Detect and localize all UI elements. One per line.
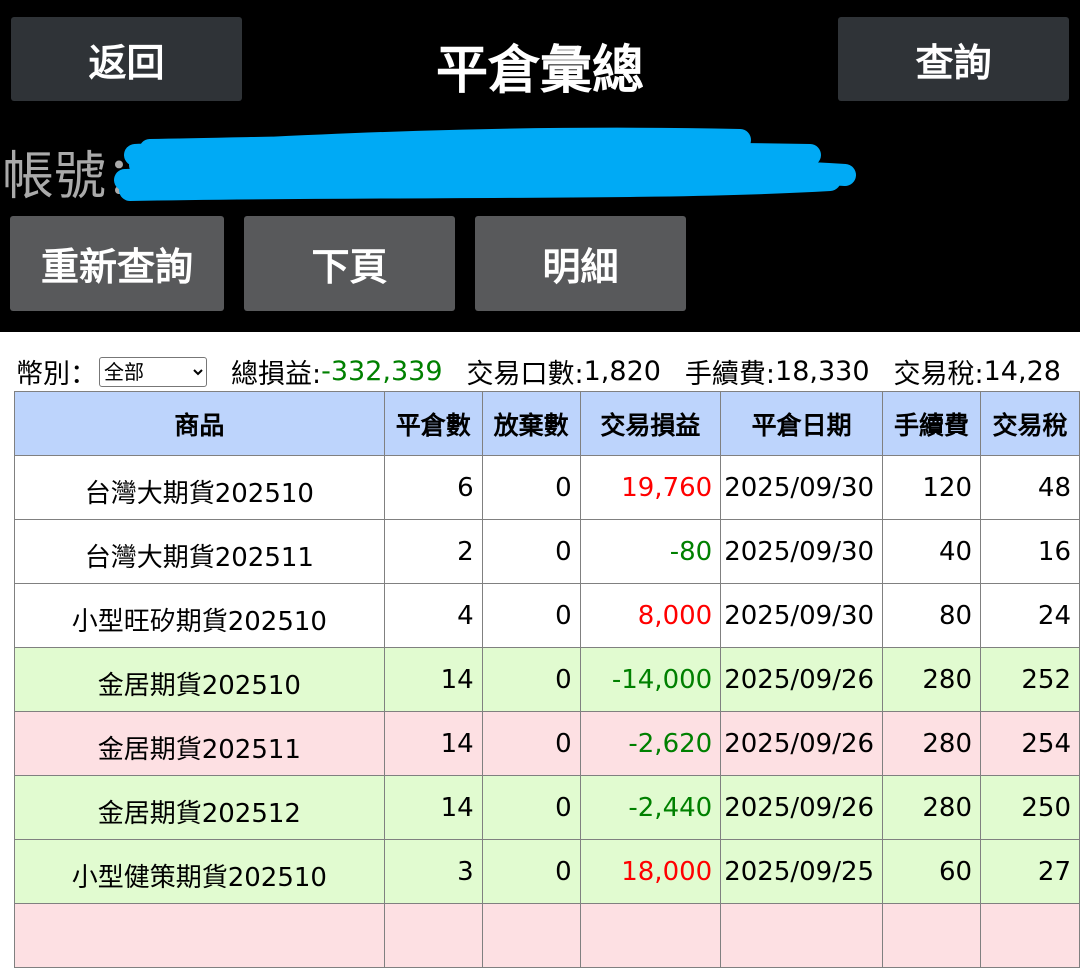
abandoned-cell: 0 xyxy=(481,775,581,840)
header-panel: 返回 平倉彙總 查詢 帳號： 重新查詢 下頁 明細 xyxy=(0,0,1080,332)
fee-label: 手續費: xyxy=(684,359,776,390)
closed-cell: 4 xyxy=(383,583,483,648)
tax-cell xyxy=(980,903,1080,968)
col-abandoned[interactable]: 放棄數 xyxy=(481,391,581,456)
pl-cell: -2,620 xyxy=(579,711,722,776)
col-closed[interactable]: 平倉數 xyxy=(383,391,483,456)
date-cell: 2025/09/30 xyxy=(720,519,884,584)
date-cell xyxy=(720,903,884,968)
back-button[interactable]: 返回 xyxy=(11,17,242,101)
pl-cell: -2,440 xyxy=(579,775,722,840)
date-cell: 2025/09/26 xyxy=(720,775,884,840)
closed-cell: 14 xyxy=(383,711,483,776)
tax-cell: 252 xyxy=(980,647,1080,712)
abandoned-cell xyxy=(481,903,581,968)
tax-cell: 254 xyxy=(980,711,1080,776)
fee-value: 18,330 xyxy=(775,356,870,387)
abandoned-cell: 0 xyxy=(481,711,581,776)
abandoned-cell: 0 xyxy=(481,519,581,584)
tax-cell: 48 xyxy=(980,455,1080,520)
date-cell: 2025/09/25 xyxy=(720,839,884,904)
closed-cell: 3 xyxy=(383,839,483,904)
fee-cell: 40 xyxy=(882,519,982,584)
closed-cell: 14 xyxy=(383,775,483,840)
col-fee[interactable]: 手續費 xyxy=(882,391,982,456)
date-cell: 2025/09/26 xyxy=(720,711,884,776)
fee-cell: 280 xyxy=(882,647,982,712)
table-row[interactable]: 金居期貨202512 14 0 -2,440 2025/09/26 280 250 xyxy=(14,775,1080,840)
table-row[interactable]: 台灣大期貨202511 2 0 -80 2025/09/30 40 16 xyxy=(14,519,1080,584)
closed-positions-table: 商品 平倉數 放棄數 交易損益 平倉日期 手續費 交易稅 台灣大期貨202510… xyxy=(14,391,1080,968)
redaction-scribble xyxy=(114,127,856,201)
abandoned-cell: 0 xyxy=(481,455,581,520)
tax-cell: 16 xyxy=(980,519,1080,584)
product-cell: 小型旺矽期貨202510 xyxy=(14,583,385,648)
closed-cell: 2 xyxy=(383,519,483,584)
table-row[interactable]: 小型健策期貨202510 3 0 18,000 2025/09/25 60 27 xyxy=(14,839,1080,904)
pl-cell: 18,000 xyxy=(579,839,722,904)
lots-value: 1,820 xyxy=(583,356,661,387)
summary-bar: 幣別： 全部 總損益: -332,339 交易口數: 1,820 手續費: 18… xyxy=(16,352,1061,391)
date-cell: 2025/09/26 xyxy=(720,647,884,712)
next-page-button[interactable]: 下頁 xyxy=(244,216,455,311)
table-row[interactable]: 小型旺矽期貨202510 4 0 8,000 2025/09/30 80 24 xyxy=(14,583,1080,648)
fee-cell: 280 xyxy=(882,711,982,776)
fee-cell: 280 xyxy=(882,775,982,840)
product-cell xyxy=(14,903,385,968)
fee-cell: 120 xyxy=(882,455,982,520)
abandoned-cell: 0 xyxy=(481,839,581,904)
total-pl-label: 總損益: xyxy=(231,359,322,390)
col-product[interactable]: 商品 xyxy=(14,391,385,456)
tax-label: 交易稅: xyxy=(893,359,984,390)
tax-cell: 24 xyxy=(980,583,1080,648)
tax-cell: 250 xyxy=(980,775,1080,840)
lots-label: 交易口數: xyxy=(466,359,584,390)
total-pl-value: -332,339 xyxy=(321,356,443,387)
detail-button[interactable]: 明細 xyxy=(475,216,686,311)
pl-cell xyxy=(579,903,722,968)
pl-cell: 19,760 xyxy=(579,455,722,520)
date-cell: 2025/09/30 xyxy=(720,455,884,520)
table-row[interactable] xyxy=(14,903,1080,968)
closed-cell: 14 xyxy=(383,647,483,712)
product-cell: 金居期貨202511 xyxy=(14,711,385,776)
page-title: 平倉彙總 xyxy=(435,41,644,101)
table-row[interactable]: 台灣大期貨202510 6 0 19,760 2025/09/30 120 48 xyxy=(14,455,1080,520)
product-cell: 金居期貨202510 xyxy=(14,647,385,712)
table-row[interactable]: 金居期貨202511 14 0 -2,620 2025/09/26 280 254 xyxy=(14,711,1080,776)
requery-button[interactable]: 重新查詢 xyxy=(10,216,224,311)
product-cell: 金居期貨202512 xyxy=(14,775,385,840)
product-cell: 台灣大期貨202511 xyxy=(14,519,385,584)
currency-select[interactable]: 全部 xyxy=(99,356,207,387)
tax-value: 14,28 xyxy=(983,356,1061,387)
fee-cell: 60 xyxy=(882,839,982,904)
col-date[interactable]: 平倉日期 xyxy=(720,391,884,456)
col-tax[interactable]: 交易稅 xyxy=(980,391,1080,456)
closed-cell xyxy=(383,903,483,968)
abandoned-cell: 0 xyxy=(481,583,581,648)
date-cell: 2025/09/30 xyxy=(720,583,884,648)
fee-cell xyxy=(882,903,982,968)
abandoned-cell: 0 xyxy=(481,647,581,712)
table-header-row: 商品 平倉數 放棄數 交易損益 平倉日期 手續費 交易稅 xyxy=(14,391,1080,456)
currency-label: 幣別： xyxy=(16,359,97,390)
product-cell: 小型健策期貨202510 xyxy=(14,839,385,904)
col-pl[interactable]: 交易損益 xyxy=(579,391,722,456)
product-cell: 台灣大期貨202510 xyxy=(14,455,385,520)
tax-cell: 27 xyxy=(980,839,1080,904)
closed-cell: 6 xyxy=(383,455,483,520)
pl-cell: 8,000 xyxy=(579,583,722,648)
pl-cell: -14,000 xyxy=(579,647,722,712)
pl-cell: -80 xyxy=(579,519,722,584)
query-button[interactable]: 查詢 xyxy=(838,17,1069,101)
table-row[interactable]: 金居期貨202510 14 0 -14,000 2025/09/26 280 252 xyxy=(14,647,1080,712)
fee-cell: 80 xyxy=(882,583,982,648)
